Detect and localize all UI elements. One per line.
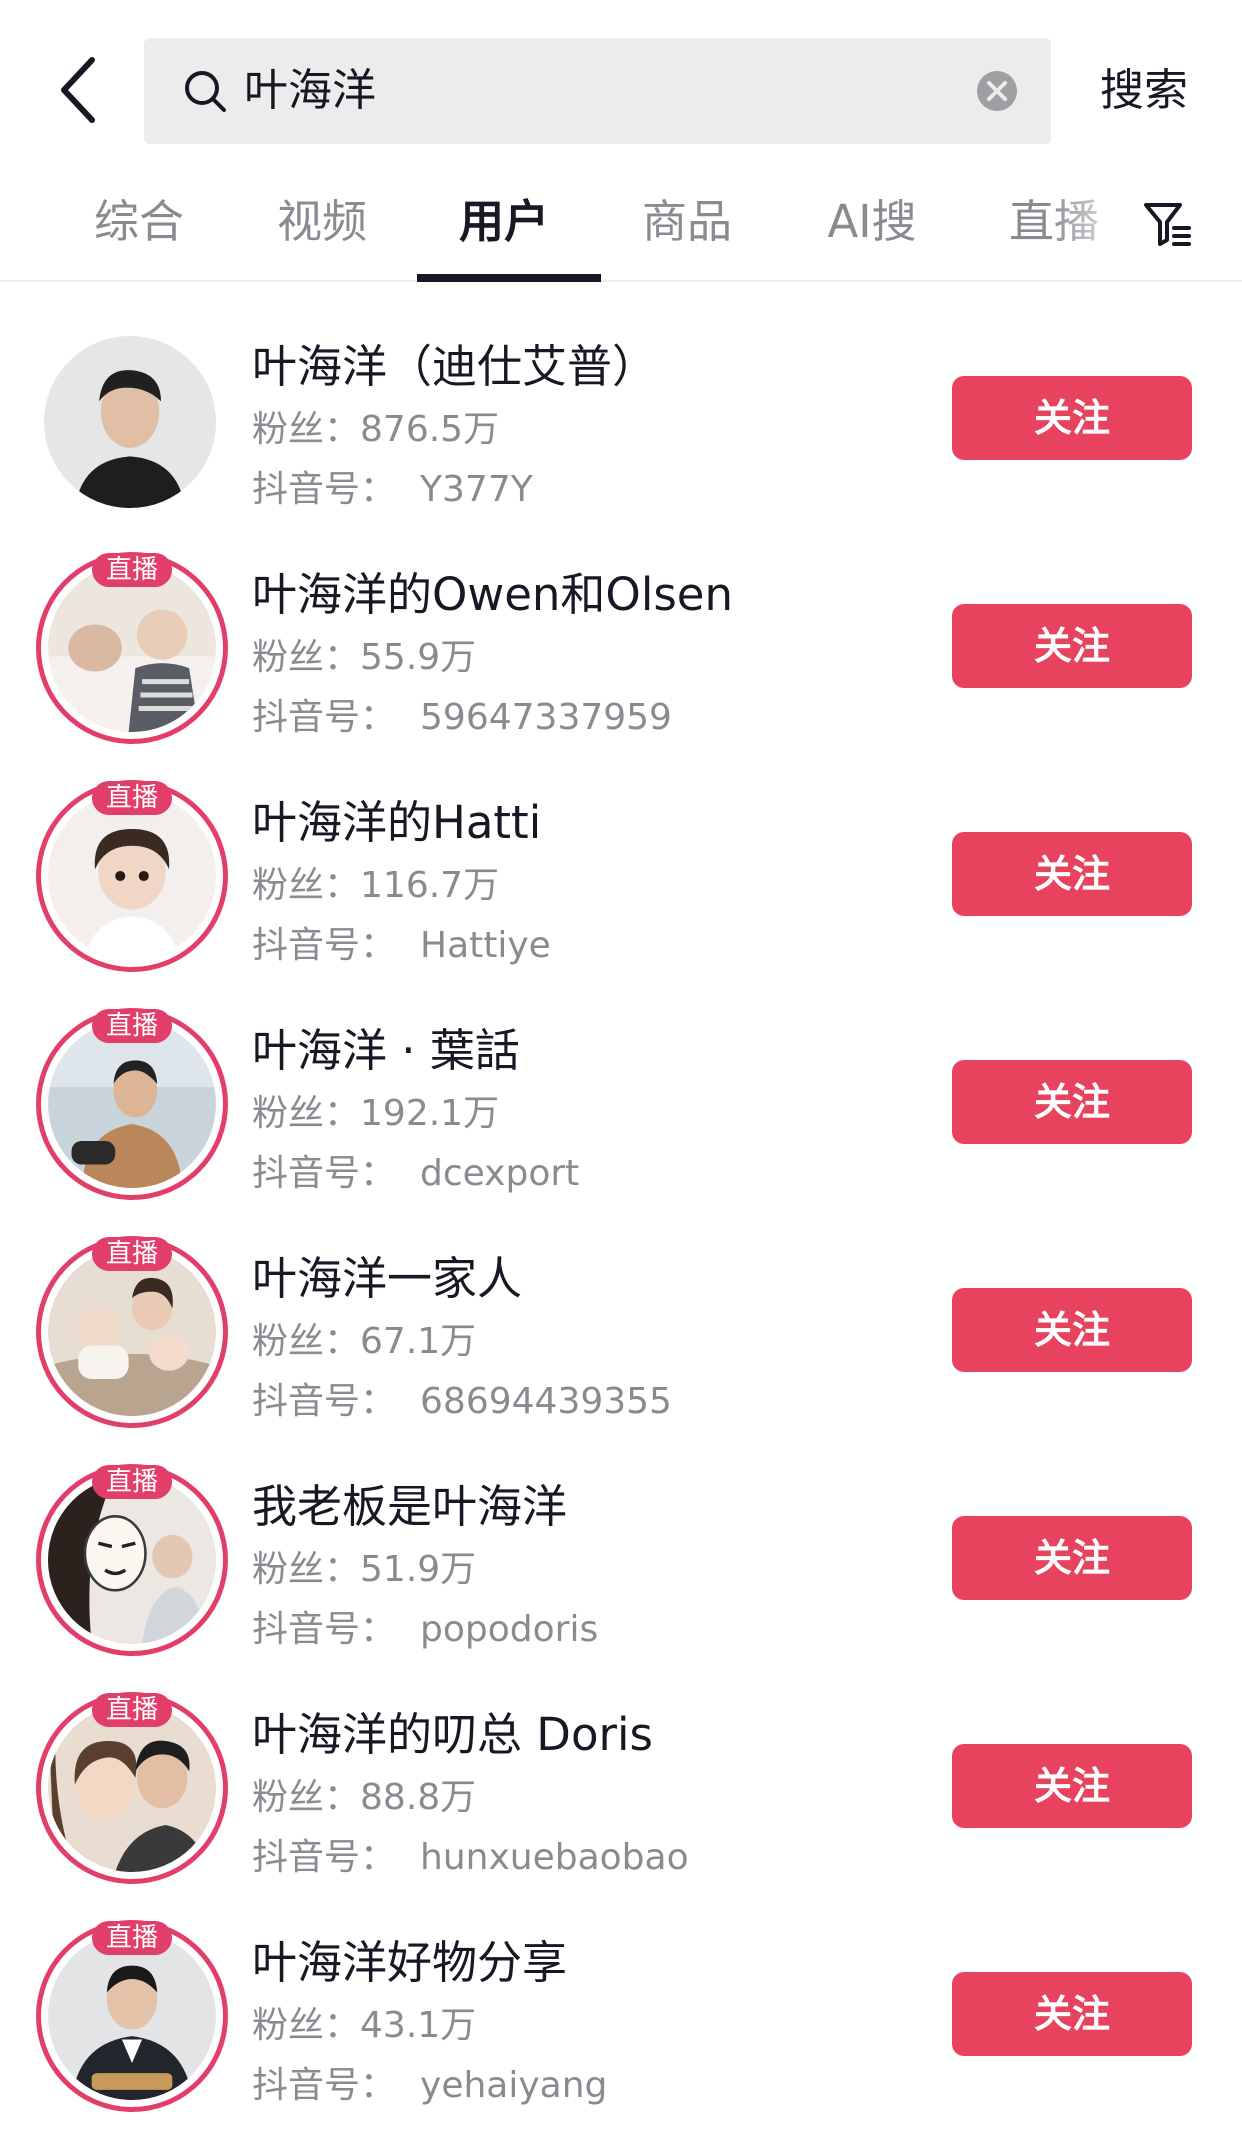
result-tabs: 综合 视频 用户 商品 AI搜 直播: [0, 170, 1242, 282]
follow-button[interactable]: 关注: [952, 376, 1192, 460]
user-fans: 粉丝：116.7万: [252, 865, 500, 906]
user-name: 叶海洋一家人: [252, 1252, 523, 1305]
search-header: 叶海洋 搜索: [0, 0, 1242, 160]
user-name: 叶海洋的叨总 Doris: [252, 1708, 653, 1761]
avatar[interactable]: 直播: [36, 780, 228, 972]
back-button[interactable]: [50, 52, 110, 128]
user-douyin-id: 抖音号： dcexport: [252, 1153, 580, 1194]
user-fans: 粉丝：43.1万: [252, 2005, 477, 2046]
user-fans: 粉丝：55.9万: [252, 637, 477, 678]
list-item[interactable]: 叶海洋（迪仕艾普） 粉丝：876.5万 抖音号： Y377Y 关注: [0, 300, 1242, 528]
user-name: 叶海洋的Hatti: [252, 796, 542, 849]
live-badge: 直播: [91, 1009, 173, 1043]
avatar-image: [48, 1704, 216, 1872]
search-icon: [185, 71, 226, 112]
list-item[interactable]: 直播 叶海洋的Hatti 粉丝：116.7万 抖音号： Hattiye 关注: [0, 756, 1242, 984]
user-fans: 粉丝：51.9万: [252, 1549, 477, 1590]
avatar[interactable]: 直播: [36, 1692, 228, 1884]
search-box[interactable]: 叶海洋: [144, 38, 1051, 144]
live-badge: 直播: [91, 1465, 173, 1499]
user-name: 叶海洋的Owen和Olsen: [252, 568, 734, 621]
chevron-left-icon: [61, 57, 95, 123]
avatar-image: [48, 1020, 216, 1188]
clear-icon[interactable]: [976, 70, 1018, 112]
live-badge: 直播: [91, 1237, 173, 1271]
user-name: 叶海洋（迪仕艾普）: [252, 340, 658, 393]
avatar-image: [48, 564, 216, 732]
list-item[interactable]: 直播 叶海洋好物分享 粉丝：43.1万 抖音号： yehaiyang 关注: [0, 1896, 1242, 2124]
list-item[interactable]: 直播 叶海洋一家人 粉丝：67.1万 抖音号： 68694439355 关注: [0, 1212, 1242, 1440]
avatar[interactable]: 直播: [36, 1236, 228, 1428]
avatar-image: [48, 1248, 216, 1416]
user-douyin-id: 抖音号： yehaiyang: [252, 2065, 608, 2106]
follow-button[interactable]: 关注: [952, 1744, 1192, 1828]
tab-all[interactable]: 综合: [49, 170, 229, 280]
tab-videos[interactable]: 视频: [232, 170, 412, 280]
user-douyin-id: 抖音号： 68694439355: [252, 1381, 672, 1422]
follow-button[interactable]: 关注: [952, 1288, 1192, 1372]
avatar-image: [48, 1476, 216, 1644]
avatar-image: [48, 792, 216, 960]
follow-button[interactable]: 关注: [952, 1516, 1192, 1600]
search-button[interactable]: 搜索: [1100, 38, 1188, 144]
follow-button[interactable]: 关注: [952, 1060, 1192, 1144]
user-name: 我老板是叶海洋: [252, 1480, 568, 1533]
avatar[interactable]: 直播: [36, 1008, 228, 1200]
user-name: 叶海洋好物分享: [252, 1936, 568, 1989]
user-douyin-id: 抖音号： hunxuebaobao: [252, 1837, 689, 1878]
user-douyin-id: 抖音号： 59647337959: [252, 697, 672, 738]
search-input[interactable]: 叶海洋: [244, 38, 376, 144]
avatar[interactable]: 直播: [36, 552, 228, 744]
live-badge: 直播: [91, 1921, 173, 1955]
live-badge: 直播: [91, 1693, 173, 1727]
list-item[interactable]: 直播 我老板是叶海洋 粉丝：51.9万 抖音号： popodoris 关注: [0, 1440, 1242, 1668]
active-tab-indicator: [417, 274, 601, 282]
list-item[interactable]: 直播 叶海洋的叨总 Doris 粉丝：88.8万 抖音号： hunxuebaoba…: [0, 1668, 1242, 1896]
tab-products[interactable]: 商品: [597, 170, 777, 280]
user-douyin-id: 抖音号： Hattiye: [252, 925, 551, 966]
list-item[interactable]: 直播 叶海洋的Owen和Olsen 粉丝：55.9万 抖音号： 596473379…: [0, 528, 1242, 756]
tabs-fade: [1050, 170, 1150, 280]
avatar-image: [44, 336, 216, 508]
follow-button[interactable]: 关注: [952, 832, 1192, 916]
user-douyin-id: 抖音号： popodoris: [252, 1609, 599, 1650]
live-badge: 直播: [91, 553, 173, 587]
follow-button[interactable]: 关注: [952, 1972, 1192, 2056]
user-name: 叶海洋 · 葉話: [252, 1024, 520, 1077]
user-fans: 粉丝：67.1万: [252, 1321, 477, 1362]
user-douyin-id: 抖音号： Y377Y: [252, 469, 533, 510]
user-fans: 粉丝：876.5万: [252, 409, 500, 450]
avatar[interactable]: 直播: [36, 1464, 228, 1656]
avatar[interactable]: 直播: [36, 1920, 228, 2112]
live-badge: 直播: [91, 781, 173, 815]
user-fans: 粉丝：88.8万: [252, 1777, 477, 1818]
avatar[interactable]: [44, 336, 216, 508]
tab-ai-search[interactable]: AI搜: [782, 170, 962, 280]
list-item[interactable]: 直播 叶海洋 · 葉話 粉丝：192.1万 抖音号： dcexport 关注: [0, 984, 1242, 1212]
filter-icon[interactable]: [1143, 200, 1193, 250]
user-fans: 粉丝：192.1万: [252, 1093, 500, 1134]
follow-button[interactable]: 关注: [952, 604, 1192, 688]
tab-users[interactable]: 用户: [414, 170, 594, 280]
avatar-image: [48, 1932, 216, 2100]
